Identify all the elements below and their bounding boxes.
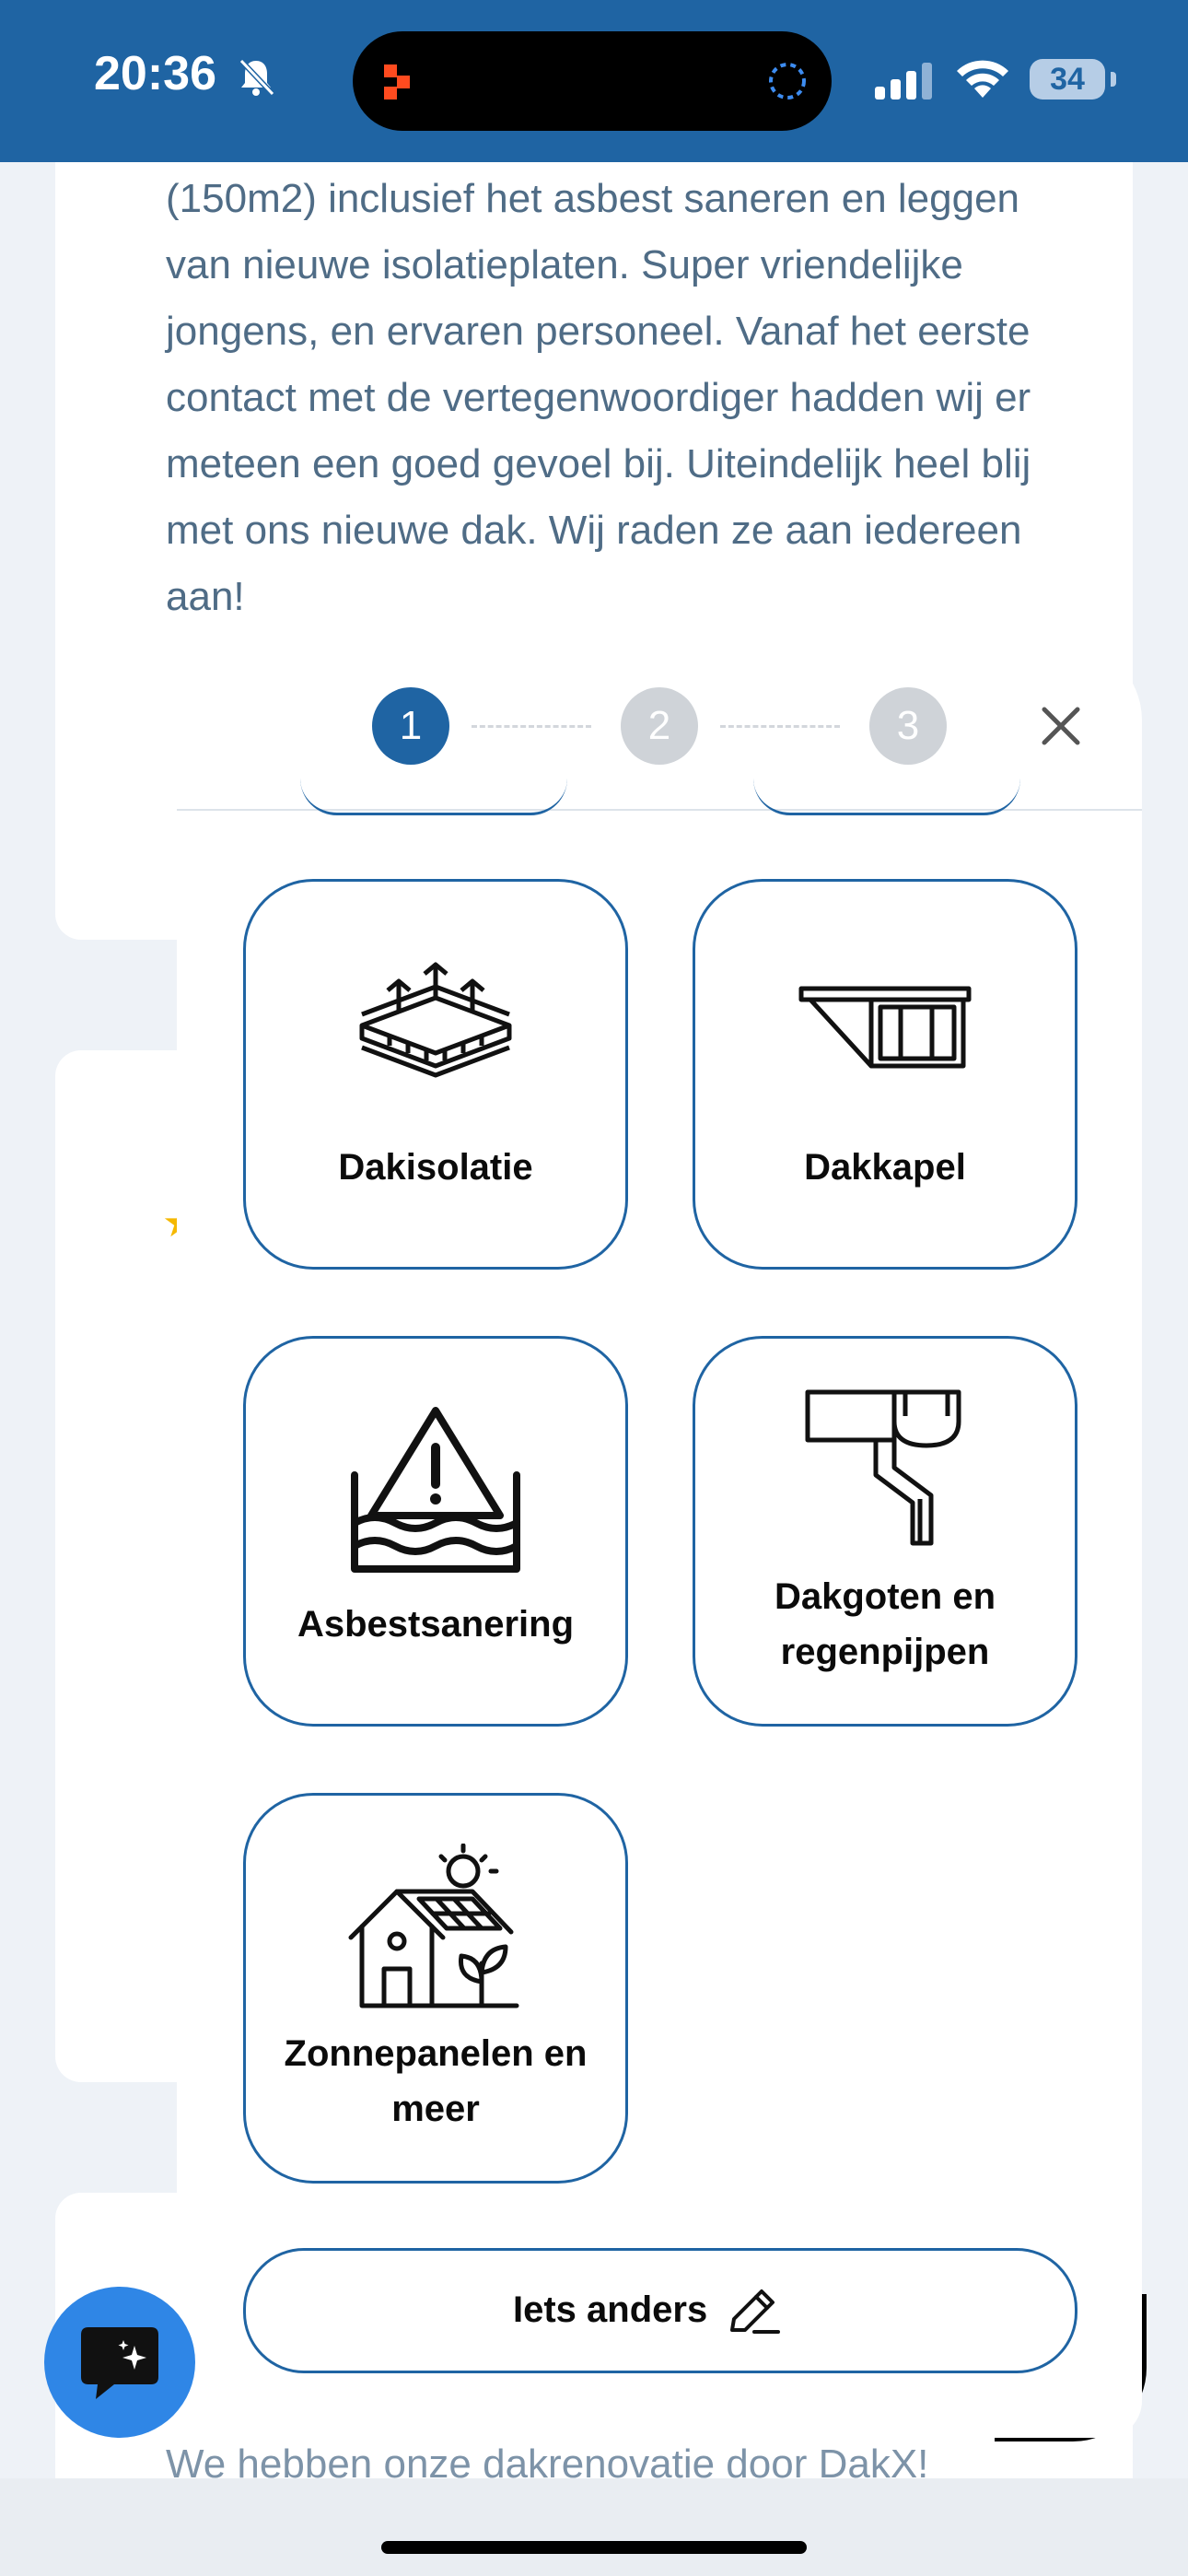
step-connector [720,725,840,728]
wifi-icon [957,60,1008,98]
option-dakisolatie[interactable]: Dakisolatie [243,879,628,1270]
chat-ai-icon [81,2327,158,2399]
cellular-signal-icon [875,63,932,100]
option-label: Asbestsanering [297,1604,575,1645]
status-time: 20:36 [94,47,216,100]
step-2: 2 [621,687,698,765]
option-label: Dakisolatie [338,1147,533,1188]
pencil-icon [730,2289,780,2334]
option-label: Dakgoten en regenpijpen [774,1576,996,1672]
option-dakkapel[interactable]: Dakkapel [693,879,1077,1270]
app-logo-icon [384,64,410,100]
home-bar-area [0,2478,1188,2576]
gutter-downpipe-icon [805,1389,961,1546]
activity-ring-icon [769,63,806,100]
other-button[interactable]: Iets anders [243,2248,1077,2373]
chat-button[interactable] [44,2287,195,2438]
scrolled-option-edge [753,761,1020,815]
dynamic-island [353,31,832,131]
battery-tip [1111,72,1116,87]
dormer-icon [798,986,972,1069]
service-wizard-modal: 1 2 3 Dakisolatie Dakkapel Asbestsanerin… [177,641,1142,2438]
option-zonnepanelen[interactable]: Zonnepanelen en meer [243,1793,628,2184]
scrolled-option-edge [300,761,567,815]
option-label: Dakkapel [804,1147,966,1188]
step-3: 3 [869,687,947,765]
other-label: Iets anders [513,2289,708,2330]
silent-bell-icon [239,58,274,97]
review-text: (150m2) inclusief het asbest saneren en … [166,176,1031,619]
solar-house-icon [348,1844,519,2008]
battery-indicator: 34 [1030,59,1105,100]
option-dakgoten[interactable]: Dakgoten en regenpijpen [693,1336,1077,1727]
option-label: Zonnepanelen en meer [284,2033,588,2129]
asbestos-warning-icon [351,1407,520,1573]
close-icon[interactable] [1037,702,1085,750]
status-bar: 20:36 34 [0,0,1188,162]
home-indicator[interactable] [381,2541,807,2554]
step-connector [472,725,591,728]
roof-insulation-icon [359,962,512,1078]
option-asbestsanering[interactable]: Asbestsanering [243,1336,628,1727]
step-1: 1 [372,687,449,765]
